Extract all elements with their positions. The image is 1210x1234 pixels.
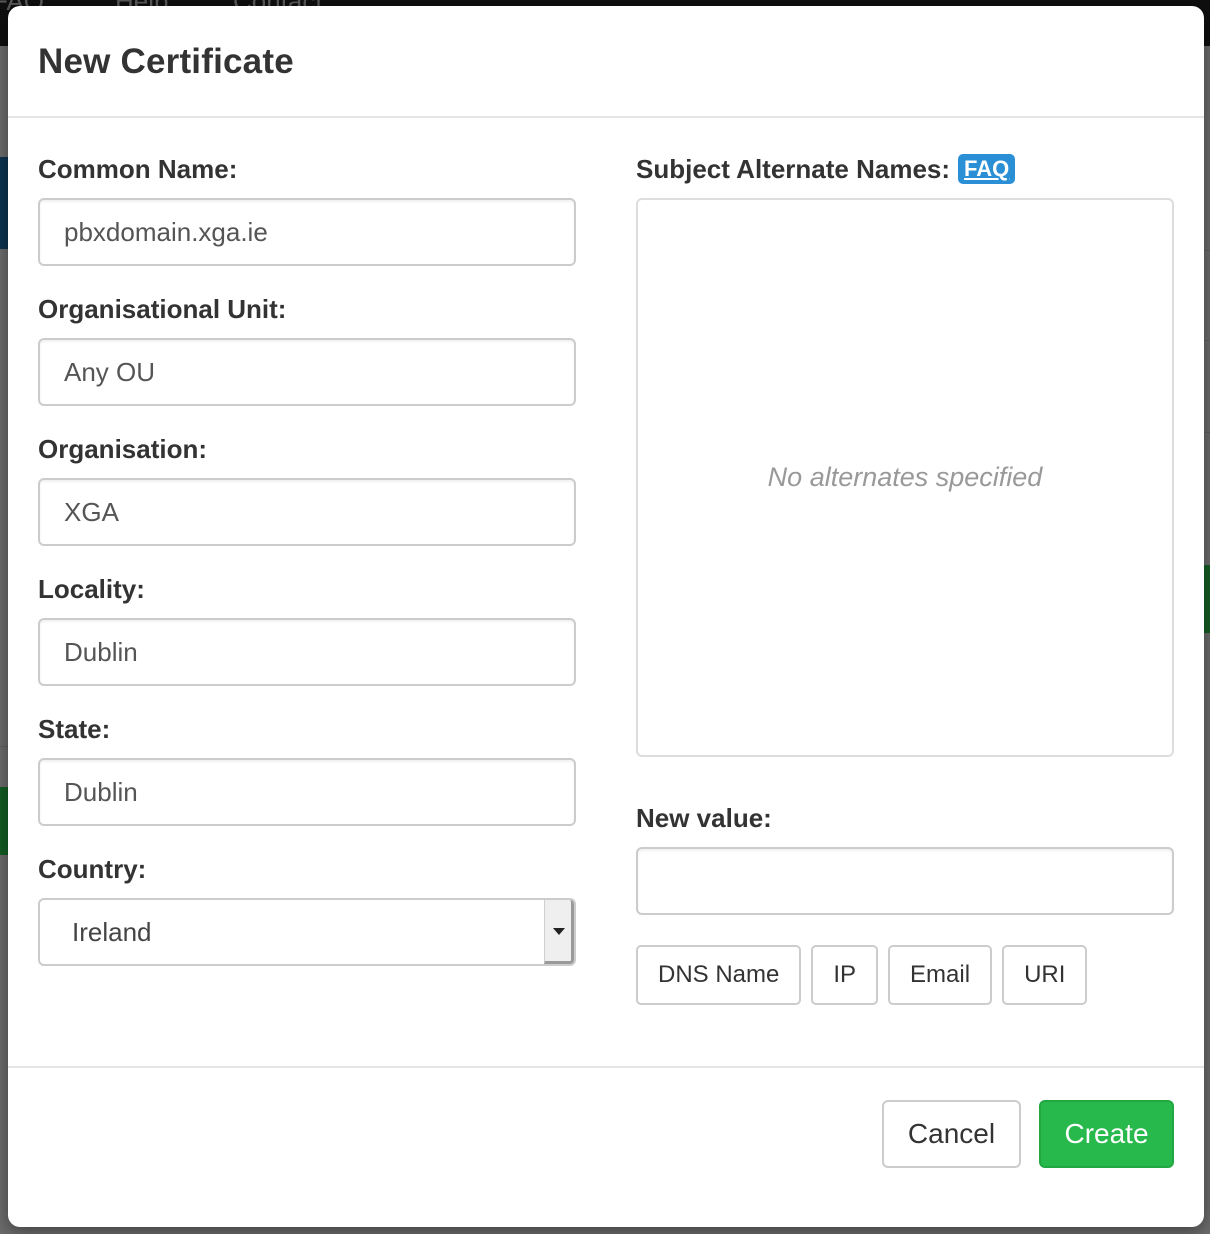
organisation-label: Organisation: <box>38 434 208 464</box>
modal-header: New Certificate <box>8 6 1204 118</box>
add-email-button[interactable]: Email <box>888 945 993 1005</box>
state-input[interactable] <box>38 758 576 826</box>
country-group: Country: Ireland <box>38 854 576 966</box>
modal-footer: Cancel Create <box>8 1066 1204 1227</box>
new-value-input[interactable] <box>636 847 1174 915</box>
san-list: No alternates specified <box>636 198 1174 757</box>
state-group: State: <box>38 714 576 826</box>
chevron-down-icon <box>553 928 565 935</box>
background-divider <box>1204 432 1210 433</box>
locality-label: Locality: <box>38 574 145 604</box>
locality-group: Locality: <box>38 574 576 686</box>
org-unit-label: Organisational Unit: <box>38 294 287 324</box>
cancel-button[interactable]: Cancel <box>882 1100 1021 1168</box>
org-unit-input[interactable] <box>38 338 576 406</box>
org-unit-group: Organisational Unit: <box>38 294 576 406</box>
background-divider <box>0 746 8 747</box>
san-faq-link[interactable]: FAQ <box>958 154 1016 184</box>
new-certificate-modal: New Certificate Common Name: Organisatio… <box>8 6 1204 1227</box>
common-name-label: Common Name: <box>38 154 238 184</box>
common-name-input[interactable] <box>38 198 576 266</box>
background-green-button <box>0 787 8 855</box>
add-uri-button[interactable]: URI <box>1002 945 1088 1005</box>
san-empty-message: No alternates specified <box>767 462 1043 492</box>
san-column: Subject Alternate Names: FAQ No alternat… <box>636 154 1174 1005</box>
san-label: Subject Alternate Names: <box>636 154 951 184</box>
country-selected-value: Ireland <box>72 917 152 947</box>
background-divider <box>1204 250 1210 251</box>
add-dns-name-button[interactable]: DNS Name <box>636 945 802 1005</box>
modal-title: New Certificate <box>38 42 294 81</box>
country-dropdown-button[interactable] <box>544 900 574 964</box>
san-type-buttons: DNS Name IP Email URI <box>636 945 1174 1005</box>
new-value-group: New value: <box>636 803 1174 915</box>
background-divider <box>1204 340 1210 341</box>
create-button[interactable]: Create <box>1039 1100 1174 1168</box>
country-label: Country: <box>38 854 147 884</box>
common-name-group: Common Name: <box>38 154 576 266</box>
state-label: State: <box>38 714 111 744</box>
new-value-label: New value: <box>636 803 772 833</box>
locality-input[interactable] <box>38 618 576 686</box>
organisation-input[interactable] <box>38 478 576 546</box>
modal-body: Common Name: Organisational Unit: Organi… <box>8 118 1204 1066</box>
background-blue-block <box>0 157 8 249</box>
add-ip-button[interactable]: IP <box>811 945 879 1005</box>
organisation-group: Organisation: <box>38 434 576 546</box>
subject-fields-column: Common Name: Organisational Unit: Organi… <box>38 154 576 994</box>
country-select[interactable]: Ireland <box>38 898 576 966</box>
san-label-row: Subject Alternate Names: FAQ <box>636 154 1174 184</box>
